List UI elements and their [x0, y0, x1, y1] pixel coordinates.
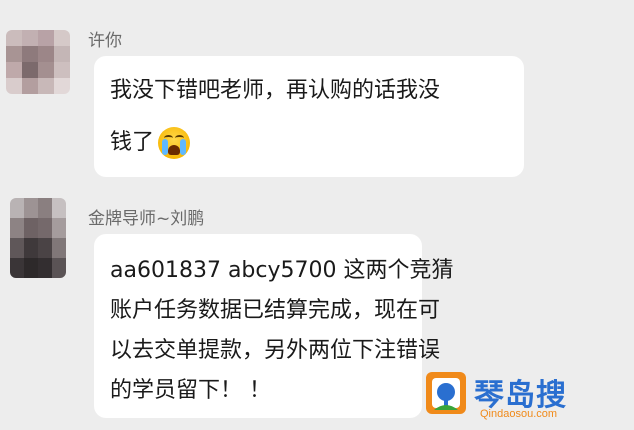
message-bubble[interactable]: aa601837 abcy5700 这两个竞猜 账户任务数据已结算完成，现在可 … — [94, 234, 453, 418]
message-text-line: 账户任务数据已结算完成，现在可 — [110, 298, 441, 323]
message-text-line: aa601837 abcy5700 这两个竞猜 — [110, 258, 454, 283]
message-text-line: 我没下错吧老师，再认购的话我没 — [110, 78, 441, 103]
sender-name: 金牌导师~刘鹏 — [88, 209, 205, 229]
message-text-line: 的学员留下！ ！ — [110, 378, 271, 403]
loudly-crying-face-icon — [158, 127, 191, 159]
avatar[interactable] — [6, 30, 70, 94]
avatar[interactable] — [10, 198, 66, 278]
message-bubble[interactable]: 我没下错吧老师，再认购的话我没 钱了 — [94, 56, 524, 177]
message-text-line-with-emoji: 钱了 — [110, 126, 191, 160]
watermark: 琴岛搜 Qindaosou.com — [424, 370, 634, 430]
message-text-line: 以去交单提款，另外两位下注错误 — [110, 338, 441, 363]
sender-name: 许你 — [88, 31, 122, 51]
watermark-domain: Qindaosou.com — [480, 408, 558, 420]
watermark-logo-icon — [426, 372, 466, 414]
message-text-line: 钱了 — [110, 130, 155, 155]
